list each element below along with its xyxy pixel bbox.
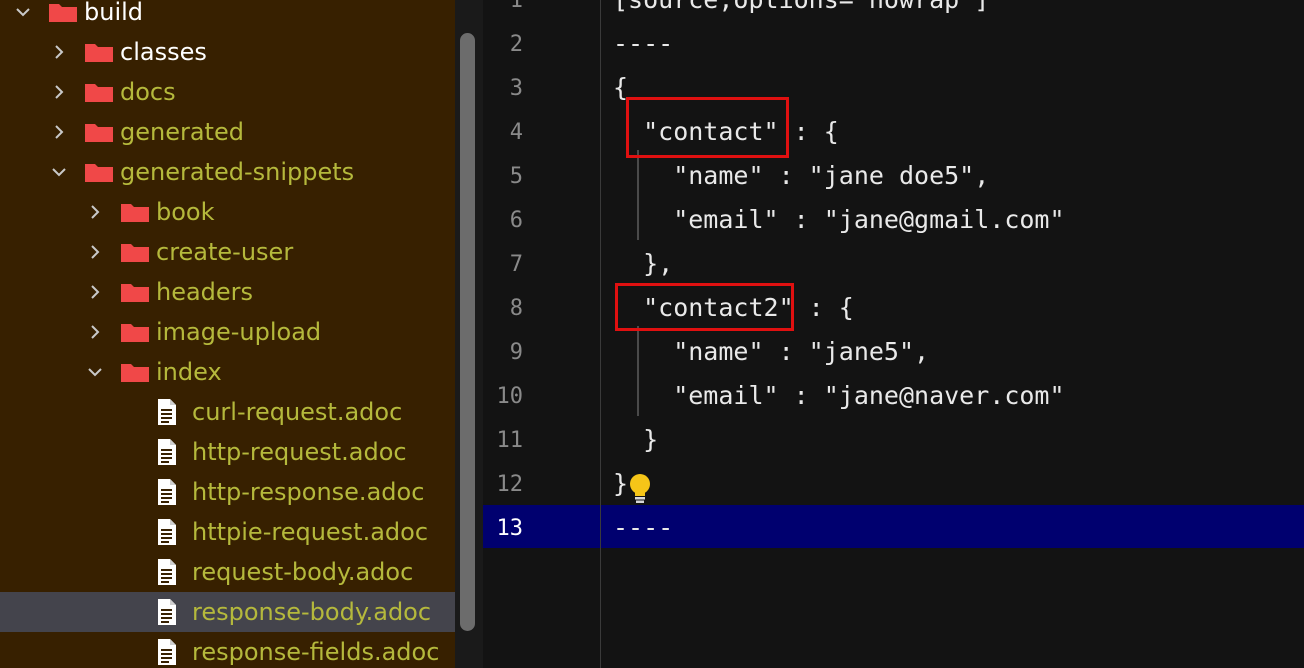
folder-icon — [84, 160, 114, 184]
chevron-right-icon[interactable] — [48, 81, 70, 103]
adoc-file-icon — [156, 479, 186, 505]
line-number: 1 — [509, 0, 523, 13]
code-line[interactable]: "name" : "jane5", — [613, 337, 929, 367]
folder-icon — [120, 200, 150, 224]
chevron-right-icon[interactable] — [84, 281, 106, 303]
folder-icon — [84, 120, 114, 144]
tree-folder-item[interactable]: image-upload — [0, 312, 455, 352]
code-line[interactable]: ---- — [613, 29, 673, 59]
line-number: 8 — [509, 296, 523, 321]
tree-item-label: http-response.adoc — [192, 478, 425, 506]
tree-folder-item[interactable]: generated — [0, 112, 455, 152]
tree-item-label: response-body.adoc — [192, 598, 432, 626]
chevron-right-icon[interactable] — [48, 121, 70, 143]
tree-file-item[interactable]: curl-request.adoc — [0, 392, 455, 432]
tree-folder-item[interactable]: create-user — [0, 232, 455, 272]
folder-icon — [84, 40, 114, 64]
folder-icon — [120, 240, 150, 264]
scrollbar-thumb[interactable] — [460, 33, 475, 631]
tree-item-label: docs — [120, 78, 176, 106]
annotation-box-contact — [626, 97, 789, 158]
tree-file-item[interactable]: request-body.adoc — [0, 552, 455, 592]
line-number: 3 — [509, 76, 523, 101]
folder-icon — [84, 80, 114, 104]
folder-icon — [120, 280, 150, 304]
line-number: 11 — [496, 428, 524, 453]
tree-item-label: headers — [156, 278, 254, 306]
adoc-file-icon — [156, 639, 186, 665]
code-line[interactable]: "email" : "jane@gmail.com" — [613, 205, 1064, 235]
tree-item-label: http-request.adoc — [192, 438, 407, 466]
code-line[interactable]: "email" : "jane@naver.com" — [613, 381, 1064, 411]
tree-folder-item[interactable]: index — [0, 352, 455, 392]
chevron-down-icon[interactable] — [48, 161, 70, 183]
chevron-right-icon[interactable] — [84, 201, 106, 223]
chevron-right-icon[interactable] — [84, 321, 106, 343]
tree-folder-item[interactable]: book — [0, 192, 455, 232]
tree-file-item[interactable]: http-request.adoc — [0, 432, 455, 472]
adoc-file-icon — [156, 439, 186, 465]
tree-item-label: request-body.adoc — [192, 558, 414, 586]
tree-item-label: create-user — [156, 238, 294, 266]
line-number: 5 — [509, 164, 523, 189]
line-number: 10 — [496, 384, 524, 409]
adoc-file-icon — [156, 519, 186, 545]
tree-item-label: build — [84, 0, 144, 26]
gutter-separator — [600, 0, 601, 668]
tree-folder-item[interactable]: classes — [0, 32, 455, 72]
tree-item-label: classes — [120, 38, 207, 66]
line-number: 13 — [496, 516, 524, 541]
tree-item-label: curl-request.adoc — [192, 398, 403, 426]
annotation-box-contact2 — [615, 283, 794, 331]
line-number: 2 — [509, 32, 523, 57]
tree-folder-item[interactable]: generated-snippets — [0, 152, 455, 192]
chevron-down-icon[interactable] — [12, 1, 34, 23]
line-number: 9 — [509, 340, 523, 365]
code-line[interactable]: } — [613, 425, 658, 455]
tree-folder-item[interactable]: headers — [0, 272, 455, 312]
chevron-down-icon[interactable] — [84, 361, 106, 383]
line-number: 6 — [509, 208, 523, 233]
tree-folder-item[interactable]: build — [0, 0, 455, 32]
chevron-right-icon[interactable] — [84, 241, 106, 263]
tree-item-label: index — [156, 358, 222, 386]
adoc-file-icon — [156, 559, 186, 585]
tree-file-item[interactable]: http-response.adoc — [0, 472, 455, 512]
current-line-highlight — [483, 505, 1304, 548]
line-number: 12 — [496, 472, 524, 497]
tree-item-label: image-upload — [156, 318, 322, 346]
tree-item-label: generated — [120, 118, 244, 146]
lightbulb-icon[interactable] — [626, 472, 654, 504]
tree-folder-item[interactable]: docs — [0, 72, 455, 112]
tree-item-label: generated-snippets — [120, 158, 355, 186]
code-line[interactable]: }, — [613, 249, 673, 279]
code-line[interactable]: ---- — [613, 513, 673, 543]
tree-file-item[interactable]: response-body.adoc — [0, 592, 455, 632]
code-line[interactable]: [source,options="nowrap"] — [613, 0, 989, 15]
project-tree: build classes docs generated generated-snipp… — [0, 0, 455, 668]
tree-file-item[interactable]: response-fields.adoc — [0, 632, 455, 668]
chevron-right-icon[interactable] — [48, 41, 70, 63]
tree-item-label: book — [156, 198, 215, 226]
line-number: 7 — [509, 252, 523, 277]
folder-icon — [120, 360, 150, 384]
tree-file-item[interactable]: httpie-request.adoc — [0, 512, 455, 552]
line-number: 4 — [509, 120, 523, 145]
adoc-file-icon — [156, 599, 186, 625]
tree-item-label: httpie-request.adoc — [192, 518, 429, 546]
code-line[interactable]: "name" : "jane doe5", — [613, 161, 989, 191]
adoc-file-icon — [156, 399, 186, 425]
folder-icon — [48, 0, 78, 24]
tree-item-label: response-fields.adoc — [192, 638, 440, 666]
folder-icon — [120, 320, 150, 344]
